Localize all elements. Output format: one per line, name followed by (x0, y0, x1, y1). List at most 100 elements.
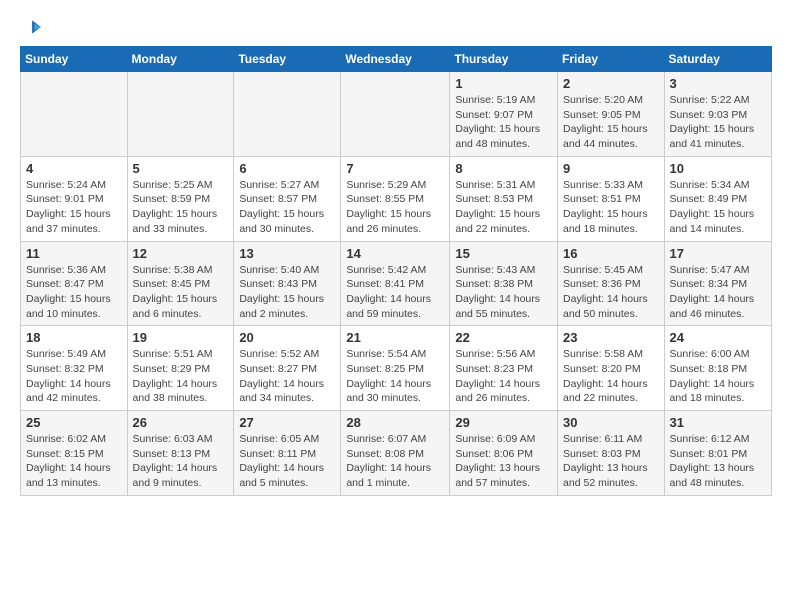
calendar-cell: 28Sunrise: 6:07 AM Sunset: 8:08 PM Dayli… (341, 411, 450, 496)
calendar-cell: 19 Sunrise: 5:51 AM Sunset: 8:29 PM Dayli… (127, 326, 234, 411)
calendar-cell: 6 Sunrise: 5:27 AM Sunset: 8:57 PM Daylig… (234, 156, 341, 241)
day-number: 8 (455, 161, 552, 176)
day-info: Sunrise: 5:47 AM Sunset: 8:34 PM Dayligh… (670, 263, 766, 322)
day-info: Sunrise: 5:29 AM Sunset: 8:55 PM Dayligh… (346, 178, 444, 237)
logo (20, 16, 46, 38)
day-info: Sunrise: 5:34 AM Sunset: 8:49 PM Dayligh… (670, 178, 766, 237)
day-number: 5 (133, 161, 229, 176)
day-info: Sunrise: 5:38 AM Sunset: 8:45 PM Dayligh… (133, 263, 229, 322)
week-row-3: 11 Sunrise: 5:36 AM Sunset: 8:47 PM Dayli… (21, 241, 772, 326)
day-number: 12 (133, 246, 229, 261)
calendar-cell (21, 72, 128, 157)
week-row-5: 25 Sunrise: 6:02 AM Sunset: 8:15 PM Dayli… (21, 411, 772, 496)
day-info: Sunrise: 5:54 AM Sunset: 8:25 PM Dayligh… (346, 347, 444, 406)
calendar-cell: 7 Sunrise: 5:29 AM Sunset: 8:55 PM Daylig… (341, 156, 450, 241)
day-info: Sunrise: 5:58 AM Sunset: 8:20 PM Dayligh… (563, 347, 659, 406)
day-number: 18 (26, 330, 122, 345)
calendar-cell: 16 Sunrise: 5:45 AM Sunset: 8:36 PM Dayli… (558, 241, 665, 326)
weekday-row: SundayMondayTuesdayWednesdayThursdayFrid… (21, 47, 772, 72)
calendar-cell: 11 Sunrise: 5:36 AM Sunset: 8:47 PM Dayli… (21, 241, 128, 326)
day-number: 26 (133, 415, 229, 430)
day-info: Sunrise: 5:27 AM Sunset: 8:57 PM Dayligh… (239, 178, 335, 237)
day-info: Sunrise: 5:52 AM Sunset: 8:27 PM Dayligh… (239, 347, 335, 406)
calendar-header: SundayMondayTuesdayWednesdayThursdayFrid… (21, 47, 772, 72)
weekday-monday: Monday (127, 47, 234, 72)
logo-icon (20, 16, 42, 38)
day-info: Sunrise: 5:45 AM Sunset: 8:36 PM Dayligh… (563, 263, 659, 322)
day-info: Sunrise: 6:02 AM Sunset: 8:15 PM Dayligh… (26, 432, 122, 491)
day-info: Sunrise: 6:12 AM Sunset: 8:01 PM Dayligh… (670, 432, 766, 491)
day-number: 22 (455, 330, 552, 345)
calendar-cell: 9 Sunrise: 5:33 AM Sunset: 8:51 PM Daylig… (558, 156, 665, 241)
calendar-cell (234, 72, 341, 157)
weekday-sunday: Sunday (21, 47, 128, 72)
day-number: 2 (563, 76, 659, 91)
calendar-cell: 14Sunrise: 5:42 AM Sunset: 8:41 PM Dayli… (341, 241, 450, 326)
day-number: 11 (26, 246, 122, 261)
weekday-friday: Friday (558, 47, 665, 72)
day-number: 14 (346, 246, 444, 261)
day-number: 29 (455, 415, 552, 430)
calendar-cell: 23 Sunrise: 5:58 AM Sunset: 8:20 PM Dayli… (558, 326, 665, 411)
calendar-cell: 4 Sunrise: 5:24 AM Sunset: 9:01 PM Daylig… (21, 156, 128, 241)
calendar: SundayMondayTuesdayWednesdayThursdayFrid… (20, 46, 772, 496)
weekday-wednesday: Wednesday (341, 47, 450, 72)
day-number: 17 (670, 246, 766, 261)
day-info: Sunrise: 5:24 AM Sunset: 9:01 PM Dayligh… (26, 178, 122, 237)
calendar-cell: 27 Sunrise: 6:05 AM Sunset: 8:11 PM Dayli… (234, 411, 341, 496)
calendar-cell: 1 Sunrise: 5:19 AM Sunset: 9:07 PM Daylig… (450, 72, 558, 157)
day-number: 6 (239, 161, 335, 176)
day-number: 3 (670, 76, 766, 91)
calendar-cell: 18 Sunrise: 5:49 AM Sunset: 8:32 PM Dayli… (21, 326, 128, 411)
calendar-cell: 8 Sunrise: 5:31 AM Sunset: 8:53 PM Daylig… (450, 156, 558, 241)
day-number: 4 (26, 161, 122, 176)
calendar-cell: 5Sunrise: 5:25 AM Sunset: 8:59 PM Daylig… (127, 156, 234, 241)
calendar-cell: 2Sunrise: 5:20 AM Sunset: 9:05 PM Daylig… (558, 72, 665, 157)
weekday-saturday: Saturday (664, 47, 771, 72)
day-number: 27 (239, 415, 335, 430)
day-info: Sunrise: 5:22 AM Sunset: 9:03 PM Dayligh… (670, 93, 766, 152)
calendar-cell (127, 72, 234, 157)
week-row-4: 18 Sunrise: 5:49 AM Sunset: 8:32 PM Dayli… (21, 326, 772, 411)
day-info: Sunrise: 5:31 AM Sunset: 8:53 PM Dayligh… (455, 178, 552, 237)
day-number: 9 (563, 161, 659, 176)
day-number: 7 (346, 161, 444, 176)
day-info: Sunrise: 5:33 AM Sunset: 8:51 PM Dayligh… (563, 178, 659, 237)
calendar-cell (341, 72, 450, 157)
day-info: Sunrise: 5:19 AM Sunset: 9:07 PM Dayligh… (455, 93, 552, 152)
day-number: 10 (670, 161, 766, 176)
day-number: 13 (239, 246, 335, 261)
day-number: 24 (670, 330, 766, 345)
day-number: 16 (563, 246, 659, 261)
day-info: Sunrise: 5:43 AM Sunset: 8:38 PM Dayligh… (455, 263, 552, 322)
calendar-cell: 22 Sunrise: 5:56 AM Sunset: 8:23 PM Dayli… (450, 326, 558, 411)
day-number: 19 (133, 330, 229, 345)
calendar-cell: 12 Sunrise: 5:38 AM Sunset: 8:45 PM Dayli… (127, 241, 234, 326)
day-number: 31 (670, 415, 766, 430)
day-info: Sunrise: 5:51 AM Sunset: 8:29 PM Dayligh… (133, 347, 229, 406)
calendar-cell: 26Sunrise: 6:03 AM Sunset: 8:13 PM Dayli… (127, 411, 234, 496)
day-info: Sunrise: 6:00 AM Sunset: 8:18 PM Dayligh… (670, 347, 766, 406)
day-info: Sunrise: 6:11 AM Sunset: 8:03 PM Dayligh… (563, 432, 659, 491)
day-info: Sunrise: 6:07 AM Sunset: 8:08 PM Dayligh… (346, 432, 444, 491)
header (20, 16, 772, 38)
calendar-cell: 21Sunrise: 5:54 AM Sunset: 8:25 PM Dayli… (341, 326, 450, 411)
day-number: 1 (455, 76, 552, 91)
day-number: 30 (563, 415, 659, 430)
calendar-cell: 10 Sunrise: 5:34 AM Sunset: 8:49 PM Dayli… (664, 156, 771, 241)
day-info: Sunrise: 6:09 AM Sunset: 8:06 PM Dayligh… (455, 432, 552, 491)
day-number: 20 (239, 330, 335, 345)
calendar-cell: 24 Sunrise: 6:00 AM Sunset: 8:18 PM Dayli… (664, 326, 771, 411)
calendar-cell: 3 Sunrise: 5:22 AM Sunset: 9:03 PM Daylig… (664, 72, 771, 157)
day-info: Sunrise: 5:36 AM Sunset: 8:47 PM Dayligh… (26, 263, 122, 322)
week-row-1: 1 Sunrise: 5:19 AM Sunset: 9:07 PM Daylig… (21, 72, 772, 157)
day-number: 25 (26, 415, 122, 430)
day-number: 23 (563, 330, 659, 345)
day-info: Sunrise: 5:49 AM Sunset: 8:32 PM Dayligh… (26, 347, 122, 406)
day-info: Sunrise: 5:40 AM Sunset: 8:43 PM Dayligh… (239, 263, 335, 322)
day-info: Sunrise: 6:05 AM Sunset: 8:11 PM Dayligh… (239, 432, 335, 491)
weekday-tuesday: Tuesday (234, 47, 341, 72)
weekday-thursday: Thursday (450, 47, 558, 72)
calendar-cell: 15Sunrise: 5:43 AM Sunset: 8:38 PM Dayli… (450, 241, 558, 326)
day-info: Sunrise: 5:56 AM Sunset: 8:23 PM Dayligh… (455, 347, 552, 406)
